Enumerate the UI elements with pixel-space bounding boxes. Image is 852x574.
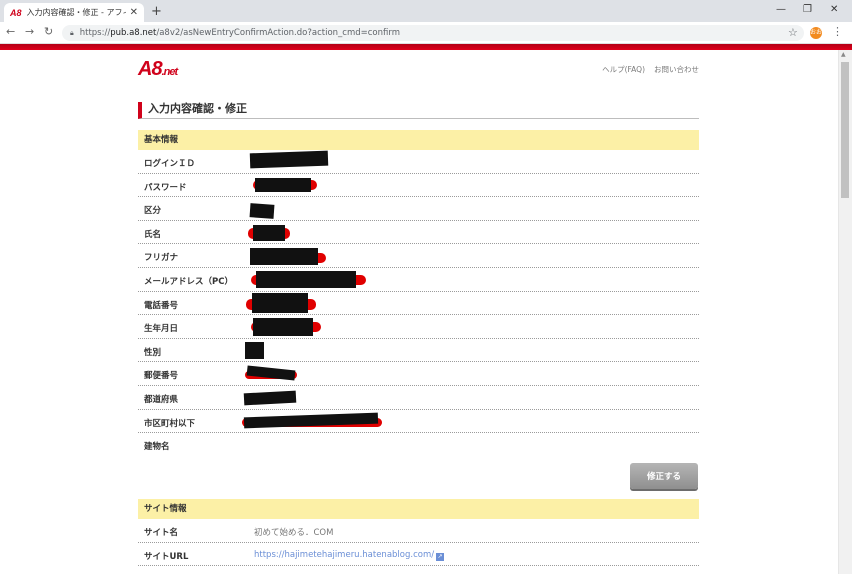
table-row: 生年月日 [138,315,699,339]
fix-button[interactable]: 修正する [630,463,698,489]
redaction-mark [255,178,311,192]
forward-arrow-icon[interactable]: → [25,25,34,38]
redaction-mark [252,293,308,313]
contact-link[interactable]: お問い合わせ [654,64,699,75]
page-title: 入力内容確認・修正 [138,102,699,119]
site-name-value: 初めて始める．COM [254,528,334,538]
menu-icon[interactable]: ⋮ [832,25,843,38]
url-text: https://pub.a8.net/a8v2/asNewEntryConfir… [79,28,400,38]
table-row: 区分 [138,197,699,221]
site-url-wrap: https://hajimetehajimeru.hatenablog.com/… [254,550,445,561]
restore-icon[interactable]: ❐ [803,4,812,15]
table-row: メールアドレス（PC） [138,268,699,292]
address-bar[interactable]: 🔒︎ https://pub.a8.net/a8v2/asNewEntryCon… [62,25,804,41]
help-faq-link[interactable]: ヘルプ(FAQ) [602,64,645,75]
new-tab-icon[interactable]: + [151,4,162,19]
minimize-icon[interactable]: — [776,4,786,15]
external-link-icon[interactable]: ↗ [436,552,445,561]
table-row: 郵便番号 [138,362,699,386]
lock-icon: 🔒︎ [70,28,74,37]
table-row: 氏名 [138,221,699,245]
table-row: フリガナ [138,244,699,268]
redaction-mark [256,271,356,288]
close-window-icon[interactable]: ✕ [830,4,838,15]
table-row: 建物名 [144,442,170,453]
redaction-mark [253,318,313,336]
table-row: 都道府県 [138,386,699,410]
redaction-mark [250,248,318,265]
reload-icon[interactable]: ↻ [44,25,53,38]
table-row: 性別 [138,339,699,363]
redaction-mark [249,150,329,169]
a8-logo[interactable]: A8.net [138,58,178,81]
tab-title: 入力内容確認・修正 - アフィリエイト [26,8,126,17]
table-row: 電話番号 [138,292,699,316]
scroll-up-icon[interactable]: ▲ [841,51,846,58]
star-icon[interactable]: ☆ [788,26,798,39]
a8-favicon-icon: A8 [10,7,22,18]
browser-tab-bar: A8 入力内容確認・修正 - アフィリエイト ✕ + — ❐ ✕ [0,0,852,22]
header-band [0,44,852,50]
basic-info-heading: 基本情報 [138,130,699,150]
scrollbar-thumb[interactable] [841,62,849,198]
profile-avatar[interactable]: おお [810,27,822,39]
redaction-mark [249,203,275,219]
site-info-heading: サイト情報 [138,499,699,519]
table-row: パスワード [138,174,699,198]
browser-tab[interactable]: A8 入力内容確認・修正 - アフィリエイト ✕ [4,3,144,22]
browser-toolbar: ← → ↻ 🔒︎ https://pub.a8.net/a8v2/asNewEn… [0,22,852,44]
table-row: 市区町村以下 [138,410,699,434]
tab-close-icon[interactable]: ✕ [130,7,138,18]
table-row: ログインＩＤ [138,150,699,174]
back-arrow-icon[interactable]: ← [6,25,15,38]
header-links: ヘルプ(FAQ) お問い合わせ [602,64,699,75]
site-url-link[interactable]: https://hajimetehajimeru.hatenablog.com/ [254,550,434,560]
table-row: サイトURL https://hajimetehajimeru.hatenabl… [138,543,699,567]
redaction-mark [253,225,285,241]
table-row: サイト名 初めて始める．COM [138,519,699,543]
redaction-mark [245,342,264,359]
